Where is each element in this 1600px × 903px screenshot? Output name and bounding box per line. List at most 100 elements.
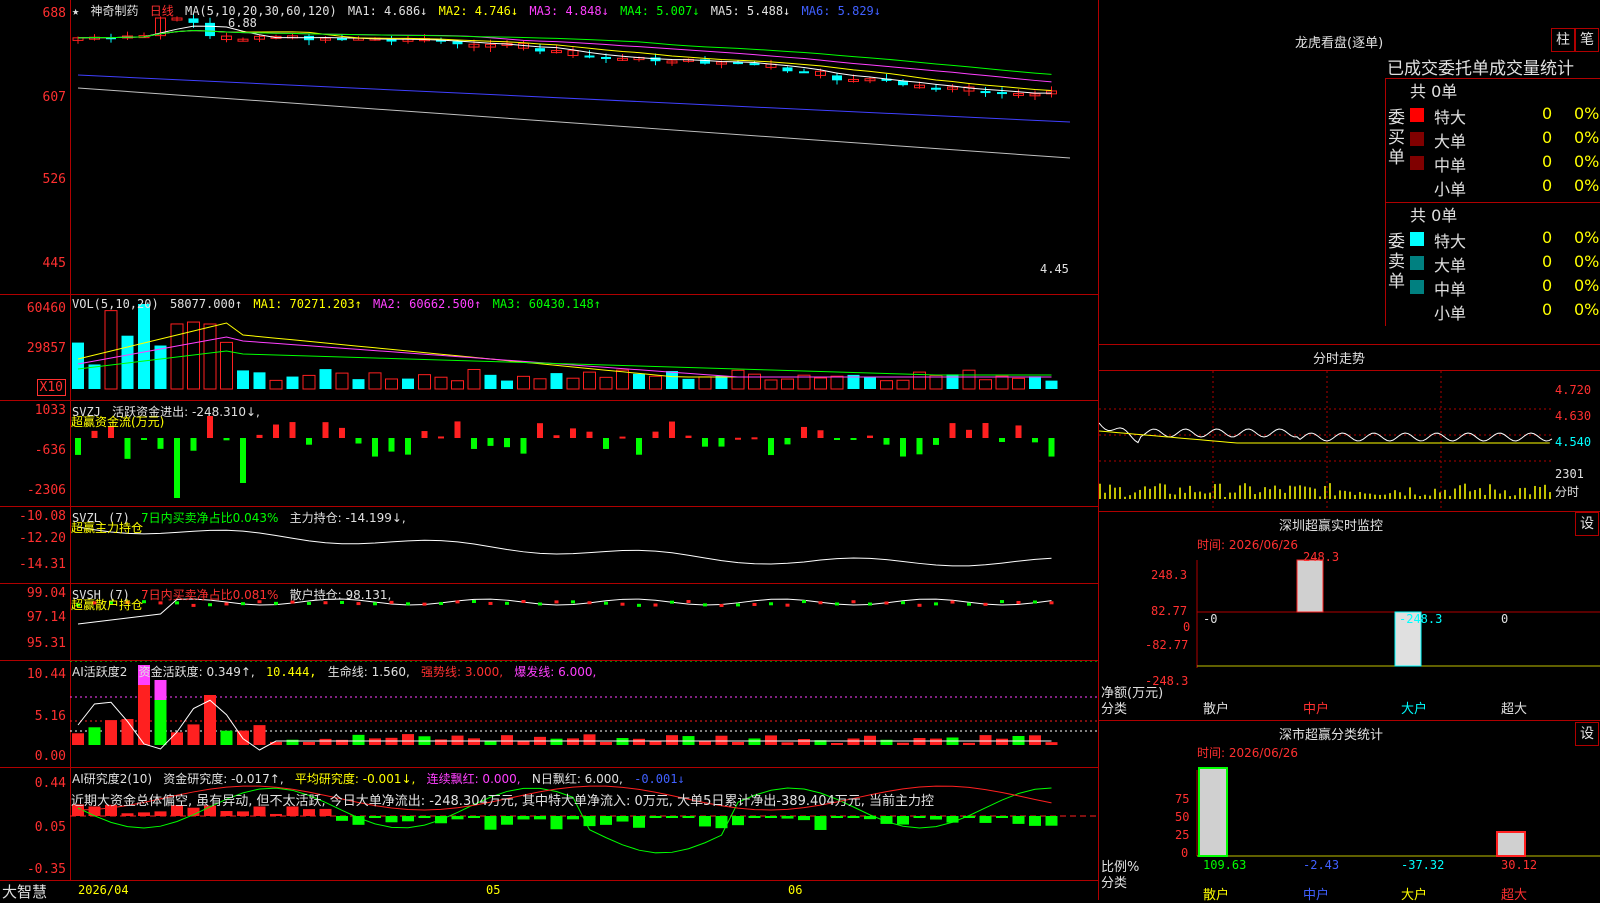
volume-bar (418, 374, 431, 390)
volume-bar (731, 369, 745, 390)
svsh-panel[interactable]: 99.04 97.14 95.31 SVSH (7) 7日内买卖净占比0.081… (0, 584, 1098, 661)
intraday-vol-bar (1104, 492, 1106, 499)
sell-side-label: 委卖单 (1388, 232, 1405, 292)
retail-tick (719, 603, 724, 607)
intraday-vol-bar (1109, 484, 1111, 499)
flow-bar (124, 438, 131, 459)
volume-bar (864, 377, 876, 389)
intraday-vol-bar (1254, 494, 1256, 499)
activity-bar (847, 738, 860, 745)
research-bar (336, 816, 348, 821)
ai2-v2: 平均研究度: -0.001↓, (294, 772, 416, 786)
intraday-vol-bar (1259, 492, 1261, 499)
star-icon[interactable]: ★ (72, 4, 79, 18)
ai-research-panel[interactable]: 0.44 0.05 -0.35 AI研究度2(10) 资金研究度: -0.017… (0, 768, 1098, 881)
vol-ma3: MA3: 60430.148↑ (492, 297, 602, 311)
retail-tick (406, 602, 410, 606)
kline-panel[interactable]: 688 607 526 445 ★ 神奇制药 日线 MA(5,10,20,30,… (0, 0, 1098, 295)
activity-bar (583, 734, 596, 745)
intraday-vol-bar (1539, 487, 1541, 499)
row-name: 特大 (1434, 108, 1467, 127)
bar-mode-button[interactable]: 柱 (1551, 28, 1575, 52)
intraday-vol-bar (1114, 487, 1116, 499)
svsh-hold: 散户持仓: 98.131, (289, 588, 392, 602)
intraday-vol-bar (1479, 488, 1481, 499)
intraday-vol-bar (1149, 488, 1151, 499)
period-label[interactable]: 日线 (150, 4, 174, 18)
retail-tick (1049, 601, 1054, 605)
buy-row-0: 特大 0 0% (1410, 104, 1600, 127)
date-axis: 大智慧 2026/04 05 06 (0, 881, 1098, 901)
intraday-vol-bar (1214, 484, 1216, 499)
st-cat-mid: 中户 (1303, 888, 1330, 903)
low-price-mark: 4.45 (1040, 262, 1069, 276)
flow-bar (916, 438, 923, 455)
volume-bar (682, 378, 695, 389)
sz-stat-settings-button[interactable]: 设 (1575, 722, 1599, 746)
sz-stat-chart[interactable]: 75 50 25 0 比例% 分类 109.63 -2.43 -37.32 30… (1099, 760, 1600, 903)
volume-bar (237, 370, 249, 389)
intraday-vol-bar (1454, 488, 1456, 499)
row-percent: 0% (1574, 252, 1600, 271)
intraday-vol-bar (1504, 490, 1506, 499)
retail-tick (571, 600, 575, 604)
sz-cat-large: 大户 (1401, 702, 1428, 717)
color-swatch (1410, 232, 1424, 246)
intraday-vol-bar (1154, 486, 1156, 499)
candlestick-chart[interactable] (0, 0, 1098, 294)
intraday-chart[interactable]: 4.720 4.630 4.540 2301 分时 (1099, 370, 1600, 512)
st-class-label: 分类 (1101, 876, 1128, 891)
research-bar (1029, 816, 1041, 826)
volume-bar (633, 373, 645, 389)
svzl-panel[interactable]: -10.08 -12.20 -14.31 SVZL (7) 7日内买卖净占比0.… (0, 507, 1098, 584)
svzj-panel[interactable]: 1033 -636 -2306 SVZJ 活跃资金进出: -248.310↓, … (0, 401, 1098, 507)
intraday-vol-bar (1459, 485, 1461, 499)
intraday-vol-bar (1469, 491, 1471, 499)
sz-monitor-settings-button[interactable]: 设 (1575, 512, 1599, 536)
vol-ma3 (77, 350, 1052, 376)
research-bar (402, 816, 414, 822)
row-percent: 0% (1574, 176, 1600, 195)
flow-bar (91, 430, 98, 438)
research-bar (765, 816, 777, 818)
research-bar (781, 816, 794, 819)
research-bar (385, 816, 398, 823)
tick-mode-button[interactable]: 笔 (1575, 28, 1599, 52)
intraday-tick: 4.720 (1555, 383, 1592, 397)
flow-bar (636, 438, 642, 455)
volume-bar (269, 379, 283, 390)
sz-tick: 82.77 (1151, 604, 1188, 618)
intraday-vol-bar (1219, 483, 1221, 499)
flow-bar (801, 426, 807, 438)
volume-bar (302, 374, 316, 390)
retail-tick (769, 602, 773, 606)
volume-bar (1045, 380, 1058, 389)
vol-ma2 (77, 336, 1052, 378)
intraday-vol-bar (1204, 493, 1206, 499)
flow-bar (1015, 425, 1022, 438)
volume-bar (715, 375, 728, 389)
activity-bar (699, 740, 711, 745)
volume-panel[interactable]: 60460 29857 X10 VOL(5,10,20) 58077.000↑ … (0, 295, 1098, 401)
research-bar (418, 816, 431, 818)
sz-cat-mid: 中户 (1303, 702, 1330, 717)
flow-bar (817, 430, 824, 438)
intraday-vol-bar (1484, 494, 1486, 499)
flow-bar (471, 438, 477, 449)
sz-monitor-chart[interactable]: 248.3 82.77 0 -82.77 -248.3 -0 248.3 -24… (1099, 550, 1600, 720)
flow-bar (768, 438, 774, 456)
date-tick: 05 (486, 883, 501, 897)
sz-tick: -82.77 (1145, 638, 1189, 652)
retail-tick (439, 601, 443, 605)
volume-bar (616, 369, 629, 390)
intraday-vol-bar (1339, 490, 1341, 499)
right-panel: 龙虎看盘(逐单) 柱 笔 已成交委托单成交量统计 委买单 共 0单 特大 0 0% 大… (1098, 0, 1600, 903)
candle-body (832, 75, 842, 81)
flow-bar (900, 438, 906, 457)
activity-burst (154, 680, 167, 700)
research-bar (121, 813, 134, 816)
activity-bar (121, 719, 134, 745)
st-value-large: -37.32 (1401, 858, 1445, 872)
ai-activity-panel[interactable]: 10.44 5.16 0.00 AI活跃度2 资金活跃度: 0.349↑, 10… (0, 661, 1098, 768)
row-name: 大单 (1434, 256, 1467, 275)
